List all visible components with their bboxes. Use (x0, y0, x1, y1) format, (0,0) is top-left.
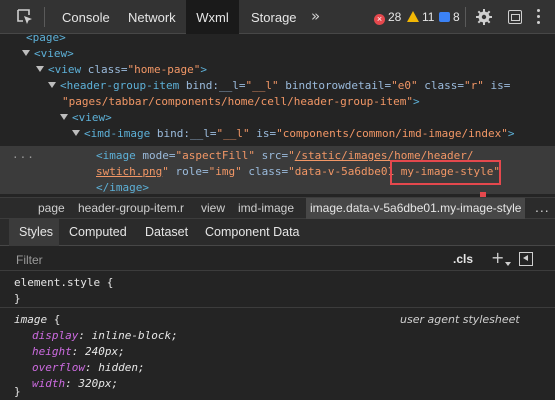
declaration-overflow[interactable]: overflow: hidden; (32, 360, 145, 376)
more-tabs-button[interactable]: » (311, 8, 320, 24)
tab-component-data[interactable]: Component Data (205, 219, 300, 246)
toggle-sidebar-icon[interactable] (519, 252, 533, 266)
tree-node-header-group-item[interactable]: <header-group-item bind:__l="__l" bindto… (48, 78, 510, 94)
info-icon (439, 12, 450, 22)
new-rule-button[interactable]: + (491, 249, 504, 267)
tab-console[interactable]: Console (62, 0, 110, 34)
toolbar-divider (465, 7, 466, 27)
info-count: 8 (453, 10, 460, 24)
element-style-close: } (14, 292, 21, 305)
info-counter[interactable]: 8 (439, 10, 460, 24)
error-icon: × (374, 14, 385, 25)
cls-toggle-button[interactable]: .cls (453, 251, 473, 267)
warning-counter[interactable]: 11 (407, 10, 434, 24)
styles-filter-bar: .cls + (0, 247, 555, 271)
expand-arrow-icon[interactable] (72, 130, 80, 136)
filter-input[interactable] (16, 252, 436, 268)
warning-count: 11 (422, 10, 435, 24)
styles-pane: element.style { } image { user agent sty… (0, 272, 555, 400)
expand-arrow-icon[interactable] (36, 66, 44, 72)
rule-close: } (14, 385, 21, 398)
dock-icon[interactable] (508, 10, 522, 24)
image-src-link-cont[interactable]: swtich.png (96, 165, 162, 178)
tab-dataset[interactable]: Dataset (145, 219, 188, 246)
tab-storage[interactable]: Storage (251, 0, 297, 34)
tab-wxml[interactable]: Wxml (186, 0, 239, 34)
expand-arrow-icon[interactable] (60, 114, 68, 120)
declaration-width[interactable]: width: 320px; (32, 376, 118, 392)
breadcrumb: page header-group-item.r view imd-image … (0, 197, 555, 219)
kebab-menu-icon[interactable] (537, 9, 541, 25)
tree-node-header-group-item-cont: "pages/tabbar/components/home/cell/heade… (62, 95, 420, 108)
expand-arrow-icon[interactable] (22, 50, 30, 56)
tree-node-view[interactable]: <view> (22, 46, 74, 62)
breadcrumb-item-image[interactable]: image.data-v-5a6dbe01.my-image-style (306, 198, 526, 219)
declaration-height[interactable]: height: 240px; (32, 344, 125, 360)
element-style-selector[interactable]: element.style { (14, 275, 113, 291)
sidebar-tabs: Styles Computed Dataset Component Data (0, 219, 555, 246)
breadcrumb-item-header-group-item[interactable]: header-group-item.r (78, 198, 184, 219)
toolbar-divider (44, 7, 45, 27)
breadcrumb-item-page[interactable]: page (38, 198, 65, 219)
rule-divider (0, 307, 555, 308)
gear-icon[interactable] (476, 9, 492, 25)
breadcrumb-item-view[interactable]: view (201, 198, 225, 219)
inspect-element-icon[interactable] (16, 8, 34, 26)
declaration-display[interactable]: display: inline-block; (32, 328, 178, 344)
tree-node-imd-image[interactable]: <imd-image bind:__l="__l" is="components… (72, 126, 515, 142)
tree-node-view-inner[interactable]: <view> (60, 110, 112, 126)
new-rule-dropdown-icon[interactable] (505, 262, 511, 266)
tab-styles[interactable]: Styles (9, 219, 59, 246)
annotation-highlight-box (390, 160, 501, 185)
error-counter[interactable]: × 28 (374, 10, 402, 25)
tree-node-page[interactable]: <page> (26, 34, 66, 46)
error-count: 28 (388, 10, 402, 24)
node-ellipsis[interactable]: ... (12, 149, 35, 160)
rule-selector: image { (14, 313, 61, 326)
rule-source: user agent stylesheet (400, 313, 520, 326)
breadcrumb-more-button[interactable]: ... (535, 198, 550, 216)
tree-node-home-page[interactable]: <view class="home-page"> (36, 62, 207, 78)
tab-network[interactable]: Network (128, 0, 176, 34)
expand-arrow-icon[interactable] (48, 82, 56, 88)
tree-node-image-close[interactable]: </image> (96, 180, 149, 194)
warning-icon (407, 11, 419, 22)
tab-computed[interactable]: Computed (69, 219, 127, 246)
devtools-toolbar: Console Network Wxml Storage » × 28 11 8 (0, 0, 555, 34)
breadcrumb-item-imd-image[interactable]: imd-image (238, 198, 294, 219)
